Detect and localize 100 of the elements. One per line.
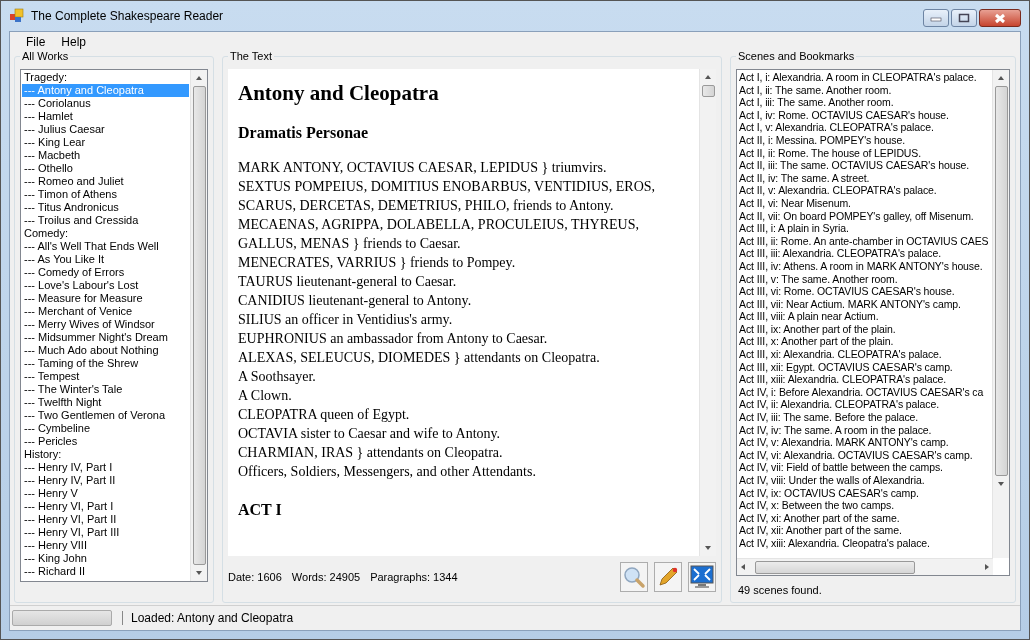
document-stat: Words: 24905: [291, 571, 361, 583]
work-list-item[interactable]: --- Richard II: [22, 565, 189, 578]
scene-list-item[interactable]: Act IV, xii: Another part of the same.: [739, 524, 992, 537]
document-paragraph: CANIDIUS lieutenant-general to Antony.: [238, 292, 473, 310]
work-list-item[interactable]: History:: [22, 448, 189, 461]
work-list-item[interactable]: --- Henry IV, Part II: [22, 474, 189, 487]
document-paragraph: MARK ANTONY, OCTAVIUS CAESAR, LEPIDUS } triumvirs.: [238, 159, 608, 177]
work-list-item[interactable]: --- Othello: [22, 162, 189, 175]
scene-list-item[interactable]: Act I, iii: The same. Another room.: [739, 96, 992, 109]
scene-list-item[interactable]: Act IV, v: Alexandria. MARK ANTONY's camp.: [739, 436, 992, 449]
work-list-item[interactable]: --- Titus Andronicus: [22, 201, 189, 214]
scene-list-item[interactable]: Act IV, i: Before Alexandria. OCTAVIUS CAESAR's ca: [739, 385, 992, 399]
scene-list-item[interactable]: Act IV, iv: The same. A room in the palace.: [739, 423, 992, 437]
menu-item[interactable]: File: [18, 35, 54, 49]
scene-list-item[interactable]: Act IV, iii: The same. Before the palace.: [739, 411, 992, 424]
work-list-item[interactable]: --- Henry VI, Part III: [22, 526, 189, 539]
work-list-item[interactable]: --- Macbeth: [22, 149, 189, 162]
work-list-item[interactable]: --- Cymbeline: [22, 422, 189, 435]
work-list-item[interactable]: --- Tempest: [22, 370, 189, 383]
work-list-item[interactable]: --- Troilus and Cressida: [22, 214, 189, 227]
work-list-item[interactable]: --- Hamlet: [22, 110, 189, 123]
scene-list-item[interactable]: Act IV, xi: Another part of the same.: [739, 511, 992, 525]
work-list-item[interactable]: --- Henry VI, Part II: [22, 513, 189, 526]
document-stat: Paragraphs: 1344: [370, 571, 458, 583]
work-list-item[interactable]: --- Henry V: [22, 487, 189, 500]
work-list-item[interactable]: --- Romeo and Juliet: [22, 175, 189, 188]
vertical-scrollbar[interactable]: [992, 70, 1009, 558]
document-paragraph: CLEOPATRA queen of Egypt.: [238, 406, 411, 424]
scene-list-item[interactable]: Act I, i: Alexandria. A room in CLEOPATRA's palace.: [739, 71, 992, 84]
work-list-item[interactable]: --- Comedy of Errors: [22, 266, 189, 279]
work-list-item[interactable]: --- Much Ado about Nothing: [22, 344, 189, 357]
search-button[interactable]: [620, 562, 648, 592]
scene-list-item[interactable]: Act III, xii: Egypt. OCTAVIUS CAESAR's camp.: [739, 360, 992, 374]
horizontal-scrollbar[interactable]: [737, 558, 993, 575]
scene-list-item[interactable]: Act III, xiii: Alexandria. CLEOPATRA's palace.: [739, 373, 992, 386]
scene-list-item[interactable]: Act III, xi: Alexandria. CLEOPATRA's palace.: [739, 348, 992, 361]
scene-list-item[interactable]: Act I, v: Alexandria. CLEOPATRA's palace.: [739, 121, 992, 134]
scene-list-item[interactable]: Act IV, xiii: Alexandria. Cleopatra's palace.: [739, 536, 992, 550]
scene-list-item[interactable]: Act IV, ii: Alexandria. CLEOPATRA's palace.: [739, 398, 992, 412]
scene-list-item[interactable]: Act I, iv: Rome. OCTAVIUS CAESAR's house.: [739, 108, 992, 122]
scene-list-item[interactable]: Act II, vii: On board POMPEY's galley, off Misenum.: [739, 209, 992, 223]
scene-list-item[interactable]: Act II, v: Alexandria. CLEOPATRA's palace.: [739, 184, 992, 197]
work-list-item[interactable]: --- Twelfth Night: [22, 396, 189, 409]
minimize-icon: [930, 14, 942, 22]
menu-item[interactable]: Help: [53, 35, 95, 49]
scene-list-item[interactable]: Act III, vii: Near Actium. MARK ANTONY's camp.: [739, 297, 992, 311]
fullscreen-button[interactable]: [688, 562, 716, 592]
scene-list-item[interactable]: Act II, iii: The same. OCTAVIUS CAESAR's house.: [739, 159, 992, 172]
work-list-item[interactable]: --- The Winter's Tale: [22, 383, 189, 396]
scene-list-item[interactable]: Act III, vi: Rome. OCTAVIUS CAESAR's house.: [739, 285, 992, 298]
app-icon: [9, 8, 25, 24]
work-list-item[interactable]: --- Two Gentlemen of Verona: [22, 409, 189, 422]
work-list-item[interactable]: Tragedy:: [22, 71, 189, 84]
work-list-item[interactable]: --- Measure for Measure: [22, 292, 189, 305]
work-list-item[interactable]: --- Henry IV, Part I: [22, 461, 189, 474]
close-button[interactable]: [979, 9, 1021, 27]
scene-list-item[interactable]: Act II, vi: Near Misenum.: [739, 196, 992, 210]
scene-list-item[interactable]: Act III, i: A plain in Syria.: [739, 222, 992, 235]
document-paragraph: A Clown.: [238, 387, 293, 405]
scene-list-item[interactable]: Act IV, x: Between the two camps.: [739, 499, 992, 512]
work-list-item[interactable]: --- Coriolanus: [22, 97, 189, 110]
scene-list-item[interactable]: Act III, iv: Athens. A room in MARK ANTONY's house.: [739, 259, 992, 273]
work-list-item[interactable]: --- Merry Wives of Windsor: [22, 318, 189, 331]
scene-list-item[interactable]: Act IV, vi: Alexandria. OCTAVIUS CAESAR's camp.: [739, 448, 992, 462]
document-heading: Dramatis Personae: [238, 124, 370, 142]
scene-list-item[interactable]: Act IV, ix: OCTAVIUS CAESAR's camp.: [739, 486, 992, 500]
work-list-item[interactable]: --- Merchant of Venice: [22, 305, 189, 318]
scene-list-item[interactable]: Act III, ii: Rome. An ante-chamber in OCTAVIUS CAES: [739, 234, 992, 248]
work-list-item[interactable]: --- All's Well That Ends Well: [22, 240, 189, 253]
pencil-button[interactable]: [654, 562, 682, 592]
scene-list-item[interactable]: Act I, ii: The same. Another room.: [739, 83, 992, 97]
vertical-scrollbar[interactable]: [190, 70, 207, 581]
scene-list-item[interactable]: Act II, i: Messina. POMPEY's house.: [739, 133, 992, 147]
scene-list-item[interactable]: Act II, ii: Rome. The house of LEPIDUS.: [739, 146, 992, 160]
scene-list-item[interactable]: Act IV, viii: Under the walls of Alexandria.: [739, 474, 992, 487]
group-title: Scenes and Bookmarks: [736, 50, 857, 62]
maximize-button[interactable]: [951, 9, 977, 27]
work-list-item[interactable]: --- King John: [22, 552, 189, 565]
work-list-item[interactable]: --- King Lear: [22, 136, 189, 149]
work-list-item[interactable]: --- As You Like It: [22, 253, 189, 266]
work-list-item[interactable]: --- Pericles: [22, 435, 189, 448]
status-message: Loaded: Antony and Cleopatra: [122, 611, 294, 625]
work-list-item[interactable]: --- Midsummer Night's Dream: [22, 331, 189, 344]
document-paragraph: SEXTUS POMPEIUS, DOMITIUS ENOBARBUS, VENTIDIUS, EROS, SCARUS, DERCETAS, DEMETRIUS, PHILO, friends to Antony.: [238, 178, 657, 215]
work-list-item[interactable]: --- Love's Labour's Lost: [22, 279, 189, 292]
work-list-item[interactable]: --- Julius Caesar: [22, 123, 189, 136]
window-title: The Complete Shakespeare Reader: [31, 9, 225, 23]
work-list-item[interactable]: Comedy:: [22, 227, 189, 240]
scene-list-item[interactable]: Act II, iv: The same. A street.: [739, 171, 992, 185]
scene-list-item[interactable]: Act III, ix: Another part of the plain.: [739, 322, 992, 336]
scene-list-item[interactable]: Act III, iii: Alexandria. CLEOPATRA's palace.: [739, 247, 992, 260]
work-list-item[interactable]: --- Timon of Athens: [22, 188, 189, 201]
scene-list-item[interactable]: Act III, x: Another part of the plain.: [739, 335, 992, 349]
document-paragraph: OCTAVIA sister to Caesar and wife to Antony.: [238, 425, 502, 443]
scene-list-item[interactable]: Act III, viii: A plain near Actium.: [739, 310, 992, 323]
scene-list-item[interactable]: Act IV, vii: Field of battle between the camps.: [739, 461, 992, 474]
work-list-item[interactable]: --- Henry VIII: [22, 539, 189, 552]
work-list-item[interactable]: --- Henry VI, Part I: [22, 500, 189, 513]
scene-list-item[interactable]: Act III, v: The same. Another room.: [739, 272, 992, 286]
work-list-item[interactable]: --- Taming of the Shrew: [22, 357, 189, 370]
